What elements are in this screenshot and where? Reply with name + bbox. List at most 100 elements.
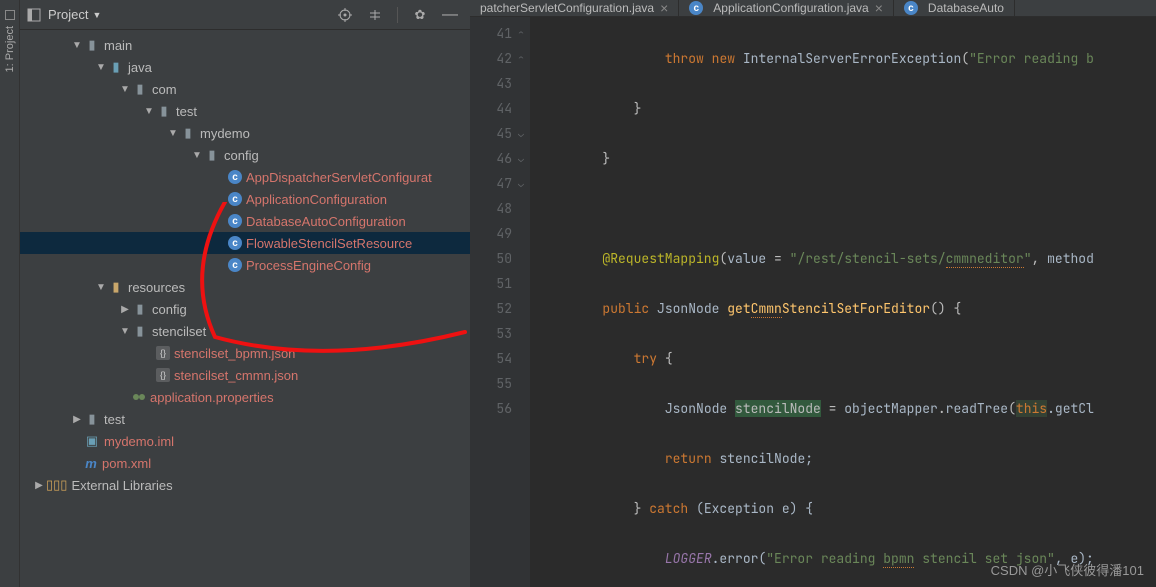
- folder-icon: ▮: [84, 412, 100, 426]
- node-label: application.properties: [150, 390, 274, 405]
- fold-start-icon[interactable]: ⌄: [514, 171, 528, 196]
- node-label: AppDispatcherServletConfigurat: [246, 170, 432, 185]
- line-number: 49: [470, 221, 512, 246]
- project-view-icon[interactable]: [26, 7, 42, 23]
- tab-appconfig[interactable]: c ApplicationConfiguration.java ×: [679, 0, 894, 16]
- package-icon: ▮: [156, 104, 172, 118]
- node-label: stencilset: [152, 324, 206, 339]
- tab-label: DatabaseAuto: [928, 1, 1004, 15]
- line-number: 47: [470, 171, 512, 196]
- folder-icon: ▮: [84, 38, 100, 52]
- fold-end-icon[interactable]: ⌃: [514, 21, 528, 46]
- line-number: 51: [470, 271, 512, 296]
- project-dropdown-label: Project: [48, 7, 88, 22]
- line-number: 53: [470, 321, 512, 346]
- tree-package-test[interactable]: ▼▮test: [20, 100, 470, 122]
- node-label: External Libraries: [71, 478, 172, 493]
- tree-file-cmmn-json[interactable]: {}stencilset_cmmn.json: [20, 364, 470, 386]
- locate-icon[interactable]: [337, 7, 353, 23]
- tree-folder-test[interactable]: ▶▮ test: [20, 408, 470, 430]
- node-label: ProcessEngineConfig: [246, 258, 371, 273]
- folder-icon: ▮: [132, 302, 148, 316]
- separator: [397, 7, 398, 23]
- node-label: mydemo.iml: [104, 434, 174, 449]
- line-number: 45: [470, 121, 512, 146]
- tree-package-com[interactable]: ▼▮com: [20, 78, 470, 100]
- class-icon: c: [228, 170, 242, 184]
- chevron-down-icon: ▼: [166, 128, 180, 139]
- libraries-icon: ▯▯▯: [46, 477, 67, 493]
- tool-marker-icon: [5, 10, 15, 20]
- maven-icon: m: [84, 456, 98, 470]
- node-label: ApplicationConfiguration: [246, 192, 387, 207]
- tree-folder-res-config[interactable]: ▶▮config: [20, 298, 470, 320]
- code-line: } catch (Exception e) {: [540, 496, 1156, 521]
- fold-end-icon[interactable]: ⌃: [514, 46, 528, 71]
- code-editor[interactable]: 41 42 43 44 45 46 47 48 49 50 51 52 53 5…: [470, 17, 1156, 587]
- tool-window-bar[interactable]: 1: Project: [0, 0, 20, 587]
- tree-folder-resources[interactable]: ▼▮resources: [20, 276, 470, 298]
- fold-start-icon[interactable]: ⌄: [514, 146, 528, 171]
- fold-start-icon[interactable]: ⌄: [514, 121, 528, 146]
- chevron-right-icon: ▶: [32, 480, 46, 491]
- tree-package-mydemo[interactable]: ▼▮mydemo: [20, 122, 470, 144]
- tree-class-appdispatcher[interactable]: c AppDispatcherServletConfigurat: [20, 166, 470, 188]
- class-icon: c: [228, 214, 242, 228]
- close-icon[interactable]: ×: [875, 0, 883, 16]
- class-icon: c: [689, 1, 703, 15]
- tree-folder-main[interactable]: ▼▮ main: [20, 34, 470, 56]
- node-label: DatabaseAutoConfiguration: [246, 214, 406, 229]
- project-toolbar: Project ▼ ✿ —: [20, 0, 470, 30]
- node-label: resources: [128, 280, 185, 295]
- node-label: FlowableStencilSetResource: [246, 236, 412, 251]
- node-label: main: [104, 38, 132, 53]
- tree-file-iml[interactable]: ▣ mydemo.iml: [20, 430, 470, 452]
- tab-dbauto[interactable]: cDatabaseAuto: [894, 0, 1015, 16]
- project-tree[interactable]: ▼▮main ▼▮java ▼▮com ▼▮test ▼▮mydemo ▼▮co…: [20, 30, 470, 587]
- line-number: 44: [470, 96, 512, 121]
- module-icon: ▣: [84, 434, 100, 448]
- editor-panel: patcherServletConfiguration.java× c Appli…: [470, 0, 1156, 587]
- line-number: 52: [470, 296, 512, 321]
- code-line: }: [540, 96, 1156, 121]
- code-line: [540, 196, 1156, 221]
- code-line: JsonNode stencilNode = objectMapper.read…: [540, 396, 1156, 421]
- tree-class-stencilresource[interactable]: cFlowableStencilSetResource: [20, 232, 470, 254]
- properties-icon: [132, 390, 146, 404]
- tree-file-pom[interactable]: m pom.xml: [20, 452, 470, 474]
- project-dropdown[interactable]: Project ▼: [48, 7, 101, 22]
- tree-class-procengine[interactable]: cProcessEngineConfig: [20, 254, 470, 276]
- tab-label: ApplicationConfiguration.java: [713, 1, 868, 15]
- chevron-down-icon: ▼: [70, 40, 84, 51]
- hide-icon[interactable]: —: [442, 7, 458, 23]
- node-label: test: [104, 412, 125, 427]
- chevron-right-icon: ▶: [70, 414, 84, 425]
- chevron-down-icon: ▼: [92, 10, 101, 20]
- tree-package-config[interactable]: ▼▮config: [20, 144, 470, 166]
- tree-class-appconfig[interactable]: cApplicationConfiguration: [20, 188, 470, 210]
- close-icon[interactable]: ×: [660, 0, 668, 16]
- chevron-down-icon: ▼: [118, 84, 132, 95]
- resources-folder-icon: ▮: [108, 280, 124, 294]
- line-number: 55: [470, 371, 512, 396]
- watermark-text: CSDN @小飞侠彼得潘101: [991, 560, 1144, 579]
- tab-dispatcher[interactable]: patcherServletConfiguration.java×: [470, 0, 679, 16]
- fold-column[interactable]: ⌃ ⌃ ⌄ ⌄ ⌄: [514, 21, 528, 196]
- tree-folder-stencilset[interactable]: ▼▮stencilset: [20, 320, 470, 342]
- folder-icon: ▮: [132, 324, 148, 338]
- gear-icon[interactable]: ✿: [412, 7, 428, 23]
- json-file-icon: {}: [156, 368, 170, 382]
- tree-external-libs[interactable]: ▶▯▯▯ External Libraries: [20, 474, 470, 496]
- tree-file-appprops[interactable]: application.properties: [20, 386, 470, 408]
- node-label: test: [176, 104, 197, 119]
- line-number: 48: [470, 196, 512, 221]
- line-number: 43: [470, 71, 512, 96]
- node-label: pom.xml: [102, 456, 151, 471]
- tree-file-bpmn-json[interactable]: {}stencilset_bpmn.json: [20, 342, 470, 364]
- project-tool-label[interactable]: 1: Project: [4, 26, 16, 72]
- gutter[interactable]: 41 42 43 44 45 46 47 48 49 50 51 52 53 5…: [470, 17, 530, 587]
- collapse-icon[interactable]: [367, 7, 383, 23]
- tree-folder-java[interactable]: ▼▮java: [20, 56, 470, 78]
- tree-class-dbconfig[interactable]: c DatabaseAutoConfiguration: [20, 210, 470, 232]
- code-area[interactable]: throw new InternalServerErrorException("…: [530, 17, 1156, 587]
